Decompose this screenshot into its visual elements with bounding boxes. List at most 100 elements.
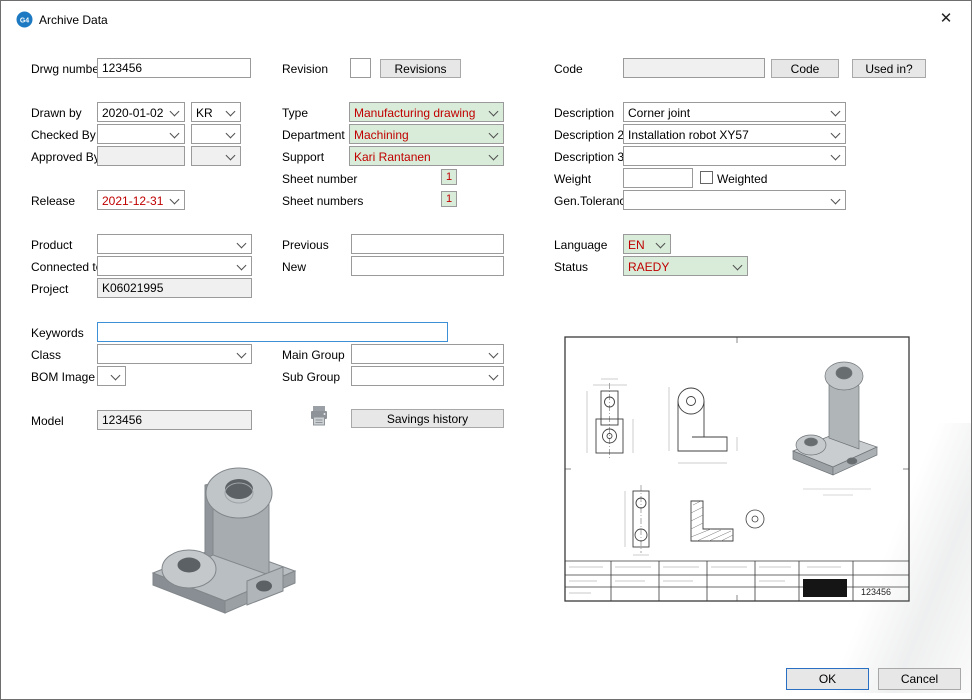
revision-input[interactable] xyxy=(350,58,371,78)
drwg-number-input[interactable] xyxy=(97,58,251,78)
chevron-down-icon xyxy=(237,349,247,359)
chevron-down-icon xyxy=(831,195,841,205)
approved-by-label: Approved By xyxy=(31,150,100,164)
main-group-label: Main Group xyxy=(282,348,345,362)
drwg-number-label: Drwg number xyxy=(31,62,103,76)
main-group-combo[interactable] xyxy=(351,344,504,364)
product-label: Product xyxy=(31,238,72,252)
drawing-preview: 123456 xyxy=(541,323,933,629)
language-label: Language xyxy=(554,238,607,252)
drawn-by-initials-combo[interactable]: KR xyxy=(191,102,241,122)
previous-input[interactable] xyxy=(351,234,504,254)
release-date-value: 2021-12-31 xyxy=(102,194,168,208)
description3-combo[interactable] xyxy=(623,146,846,166)
chevron-down-icon xyxy=(489,129,499,139)
release-label: Release xyxy=(31,194,75,208)
used-in-button[interactable]: Used in? xyxy=(852,59,926,78)
sub-group-label: Sub Group xyxy=(282,370,340,384)
class-combo[interactable] xyxy=(97,344,252,364)
archive-data-dialog: G4 Archive Data ✕ Drwg number Revision R… xyxy=(0,0,972,700)
code-label: Code xyxy=(554,62,583,76)
keywords-input[interactable] xyxy=(97,322,448,342)
description-value: Corner joint xyxy=(628,106,829,120)
cancel-button[interactable]: Cancel xyxy=(878,668,961,690)
chevron-down-icon xyxy=(226,151,236,161)
new-input[interactable] xyxy=(351,256,504,276)
description2-combo[interactable]: Installation robot XY57 xyxy=(623,124,846,144)
revision-label: Revision xyxy=(282,62,328,76)
weight-input[interactable] xyxy=(623,168,693,188)
drawing-sheet-image: 123456 xyxy=(541,323,933,629)
model-label: Model xyxy=(31,414,64,428)
bom-image-label: BOM Image xyxy=(31,370,95,384)
support-combo[interactable]: Kari Rantanen xyxy=(349,146,504,166)
savings-history-button[interactable]: Savings history xyxy=(351,409,504,428)
project-input[interactable] xyxy=(97,278,252,298)
chevron-down-icon xyxy=(226,129,236,139)
class-label: Class xyxy=(31,348,61,362)
support-label: Support xyxy=(282,150,324,164)
department-value: Machining xyxy=(354,128,487,142)
chevron-down-icon xyxy=(831,151,841,161)
release-date-combo[interactable]: 2021-12-31 xyxy=(97,190,185,210)
product-combo[interactable] xyxy=(97,234,252,254)
close-icon[interactable]: ✕ xyxy=(936,9,956,27)
sheet-number-box[interactable]: 1 xyxy=(441,169,457,185)
sub-group-combo[interactable] xyxy=(351,366,504,386)
description2-value: Installation robot XY57 xyxy=(628,128,829,142)
drawn-by-date-combo[interactable]: 2020-01-02 xyxy=(97,102,185,122)
drawn-by-initials-value: KR xyxy=(196,106,224,120)
gen-tolerances-combo[interactable] xyxy=(623,190,846,210)
type-value: Manufacturing drawing xyxy=(354,106,487,120)
title-bar: G4 Archive Data ✕ xyxy=(1,1,971,38)
printer-icon[interactable] xyxy=(309,405,329,427)
new-label: New xyxy=(282,260,306,274)
support-value: Kari Rantanen xyxy=(354,150,487,164)
chevron-down-icon xyxy=(489,371,499,381)
window-title: Archive Data xyxy=(39,13,108,27)
type-combo[interactable]: Manufacturing drawing xyxy=(349,102,504,122)
description-combo[interactable]: Corner joint xyxy=(623,102,846,122)
language-value: EN xyxy=(628,238,654,252)
sheet-number-label: Sheet number xyxy=(282,172,357,186)
approved-by-initials-combo[interactable] xyxy=(191,146,241,166)
drawn-by-date-value: 2020-01-02 xyxy=(102,106,168,120)
weight-label: Weight xyxy=(554,172,591,186)
bom-image-combo[interactable] xyxy=(97,366,126,386)
drawing-number-text: 123456 xyxy=(861,587,891,597)
corner-joint-3d-image xyxy=(97,453,337,649)
status-combo[interactable]: RAEDY xyxy=(623,256,748,276)
weighted-label: Weighted xyxy=(717,172,767,186)
status-label: Status xyxy=(554,260,588,274)
weighted-checkbox[interactable] xyxy=(700,171,713,184)
department-combo[interactable]: Machining xyxy=(349,124,504,144)
language-combo[interactable]: EN xyxy=(623,234,671,254)
revisions-button[interactable]: Revisions xyxy=(380,59,461,78)
model-3d-preview xyxy=(97,453,337,649)
checked-by-label: Checked By xyxy=(31,128,96,142)
connected-to-combo[interactable] xyxy=(97,256,252,276)
app-icon-text: G4 xyxy=(20,18,29,25)
ok-button[interactable]: OK xyxy=(786,668,869,690)
app-icon: G4 xyxy=(16,11,33,28)
chevron-down-icon xyxy=(111,371,121,381)
code-input[interactable] xyxy=(623,58,765,78)
chevron-down-icon xyxy=(489,107,499,117)
chevron-down-icon xyxy=(237,261,247,271)
chevron-down-icon xyxy=(237,239,247,249)
checked-by-date-combo[interactable] xyxy=(97,124,185,144)
chevron-down-icon xyxy=(489,151,499,161)
drawn-by-label: Drawn by xyxy=(31,106,82,120)
type-label: Type xyxy=(282,106,308,120)
chevron-down-icon xyxy=(489,349,499,359)
description-label: Description xyxy=(554,106,614,120)
code-button[interactable]: Code xyxy=(771,59,839,78)
description2-label: Description 2 xyxy=(554,128,624,142)
approved-by-date-input[interactable] xyxy=(97,146,185,166)
sheet-numbers-box[interactable]: 1 xyxy=(441,191,457,207)
checked-by-initials-combo[interactable] xyxy=(191,124,241,144)
chevron-down-icon xyxy=(170,195,180,205)
department-label: Department xyxy=(282,128,345,142)
model-input[interactable] xyxy=(97,410,252,430)
chevron-down-icon xyxy=(831,107,841,117)
